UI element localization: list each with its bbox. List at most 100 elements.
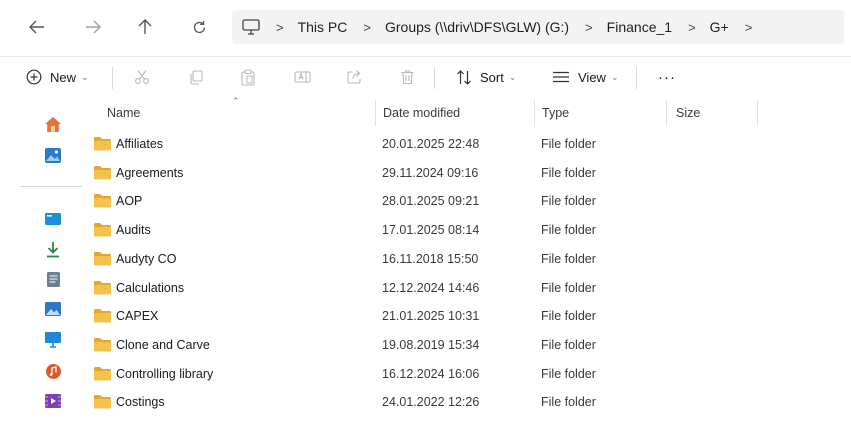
view-lines-icon <box>552 71 570 83</box>
breadcrumb-finance-1[interactable]: > Finance_1 <box>585 19 688 35</box>
plus-circle-icon <box>26 69 42 85</box>
refresh-button[interactable] <box>186 14 212 40</box>
navigation-pane <box>0 100 92 425</box>
arrow-right-icon <box>86 20 101 34</box>
sort-button[interactable]: Sort ⌄ <box>456 65 516 89</box>
more-options-button[interactable]: ··· <box>658 65 676 89</box>
sort-caret-up-icon: ⌃ <box>232 96 240 106</box>
breadcrumb[interactable]: > This PC > Groups (\\driv\DFS\GLW) (G:) >… <box>232 10 844 44</box>
file-date: 28.01.2025 09:21 <box>382 194 480 209</box>
command-separator <box>636 67 637 89</box>
rename-icon <box>294 71 311 83</box>
column-divider[interactable] <box>375 100 376 126</box>
table-row[interactable]: Audits 17.01.2025 08:14 File folder <box>88 216 848 244</box>
folder-icon <box>94 280 111 294</box>
monitor-icon[interactable] <box>44 330 62 348</box>
file-type: File folder <box>541 309 596 324</box>
table-row[interactable]: AOP 28.01.2025 09:21 File folder <box>88 187 848 215</box>
file-date: 16.12.2024 16:06 <box>382 366 480 381</box>
folder-icon <box>94 395 111 409</box>
music-icon[interactable] <box>44 362 62 380</box>
paste-button[interactable] <box>240 65 256 89</box>
downloads-icon[interactable] <box>44 240 62 258</box>
trash-icon <box>401 70 414 85</box>
file-date: 16.11.2018 15:50 <box>382 251 479 266</box>
table-row[interactable]: Affiliates 20.01.2025 22:48 File folder <box>88 130 848 158</box>
share-button[interactable] <box>346 65 362 89</box>
clipboard-icon <box>241 68 255 86</box>
file-type: File folder <box>541 194 596 209</box>
scissors-icon <box>135 70 149 84</box>
file-name: Clone and Carve <box>116 337 210 352</box>
up-button[interactable] <box>132 14 158 40</box>
column-header-name[interactable]: Name <box>107 100 140 126</box>
column-header-size[interactable]: Size <box>676 100 700 126</box>
gallery-icon[interactable] <box>44 146 62 164</box>
view-button[interactable]: View ⌄ <box>552 65 619 89</box>
copy-icon <box>190 70 203 85</box>
share-icon <box>347 70 361 84</box>
file-name: Audyty CO <box>116 251 177 266</box>
file-name: CAPEX <box>116 309 159 324</box>
new-button[interactable]: New ⌄ <box>26 65 89 89</box>
table-row[interactable]: Audyty CO 16.11.2018 15:50 File folder <box>88 245 848 273</box>
arrow-up-icon <box>138 19 152 34</box>
videos-icon[interactable] <box>44 392 62 410</box>
command-separator <box>112 67 113 89</box>
desktop-icon[interactable] <box>44 210 62 228</box>
file-name: AOP <box>116 194 143 209</box>
column-header-type[interactable]: Type <box>542 100 569 126</box>
file-type: File folder <box>541 137 596 151</box>
command-bar: New ⌄ Sort ⌄ View ⌄ ··· <box>0 56 851 96</box>
breadcrumb-g-plus[interactable]: > G+ <box>688 19 745 35</box>
folder-icon <box>94 137 111 151</box>
forward-button[interactable] <box>80 14 106 40</box>
home-icon[interactable] <box>44 115 62 133</box>
file-type: File folder <box>541 366 596 381</box>
documents-icon[interactable] <box>44 270 62 288</box>
folder-icon <box>94 309 111 323</box>
file-type: File folder <box>541 280 596 295</box>
navigation-divider <box>20 186 82 187</box>
file-date: 24.01.2022 12:26 <box>382 395 480 410</box>
column-header-date-modified[interactable]: Date modified <box>383 100 460 126</box>
file-date: 17.01.2025 08:14 <box>382 223 480 238</box>
file-type: File folder <box>541 223 596 238</box>
breadcrumb-groups-drive[interactable]: > Groups (\\driv\DFS\GLW) (G:) <box>363 19 585 35</box>
column-divider[interactable] <box>666 100 667 126</box>
folder-icon <box>94 366 111 381</box>
file-name: Agreements <box>116 165 184 180</box>
file-date: 12.12.2024 14:46 <box>382 280 480 295</box>
file-name: Affiliates <box>116 137 164 151</box>
file-name: Audits <box>116 223 151 238</box>
chevron-down-icon: ⌄ <box>81 71 89 82</box>
pictures-icon[interactable] <box>44 300 62 318</box>
breadcrumb-this-pc[interactable]: > This PC <box>276 19 363 35</box>
cut-button[interactable] <box>134 65 150 89</box>
chevron-right-icon: > <box>276 19 284 35</box>
sort-arrows-icon <box>456 69 472 85</box>
file-type: File folder <box>541 165 596 180</box>
file-date: 19.08.2019 15:34 <box>382 337 480 352</box>
table-row[interactable]: Clone and Carve 19.08.2019 15:34 File fo… <box>88 331 848 359</box>
file-date: 29.11.2024 09:16 <box>382 165 479 180</box>
file-type: File folder <box>541 337 596 352</box>
delete-button[interactable] <box>400 65 415 89</box>
table-row[interactable]: Agreements 29.11.2024 09:16 File folder <box>88 159 848 187</box>
table-row[interactable]: CAPEX 21.01.2025 10:31 File folder <box>88 302 848 330</box>
file-name: Costings <box>116 395 165 410</box>
column-divider[interactable] <box>757 100 758 126</box>
chevron-right-icon: > <box>585 19 593 35</box>
table-row[interactable]: Calculations 12.12.2024 14:46 File folde… <box>88 274 848 302</box>
copy-button[interactable] <box>188 65 204 89</box>
rename-button[interactable] <box>294 65 311 89</box>
folder-icon <box>94 165 111 180</box>
monitor-icon[interactable] <box>242 18 260 36</box>
back-button[interactable] <box>24 14 50 40</box>
column-divider[interactable] <box>534 100 535 126</box>
table-row[interactable]: Costings 24.01.2022 12:26 File folder <box>88 388 848 416</box>
file-date: 20.01.2025 22:48 <box>382 137 480 151</box>
breadcrumb-expand-chevron[interactable]: > <box>745 20 753 35</box>
address-bar-row: > This PC > Groups (\\driv\DFS\GLW) (G:) >… <box>0 0 851 52</box>
table-row[interactable]: Controlling library 16.12.2024 16:06 Fil… <box>88 360 848 388</box>
